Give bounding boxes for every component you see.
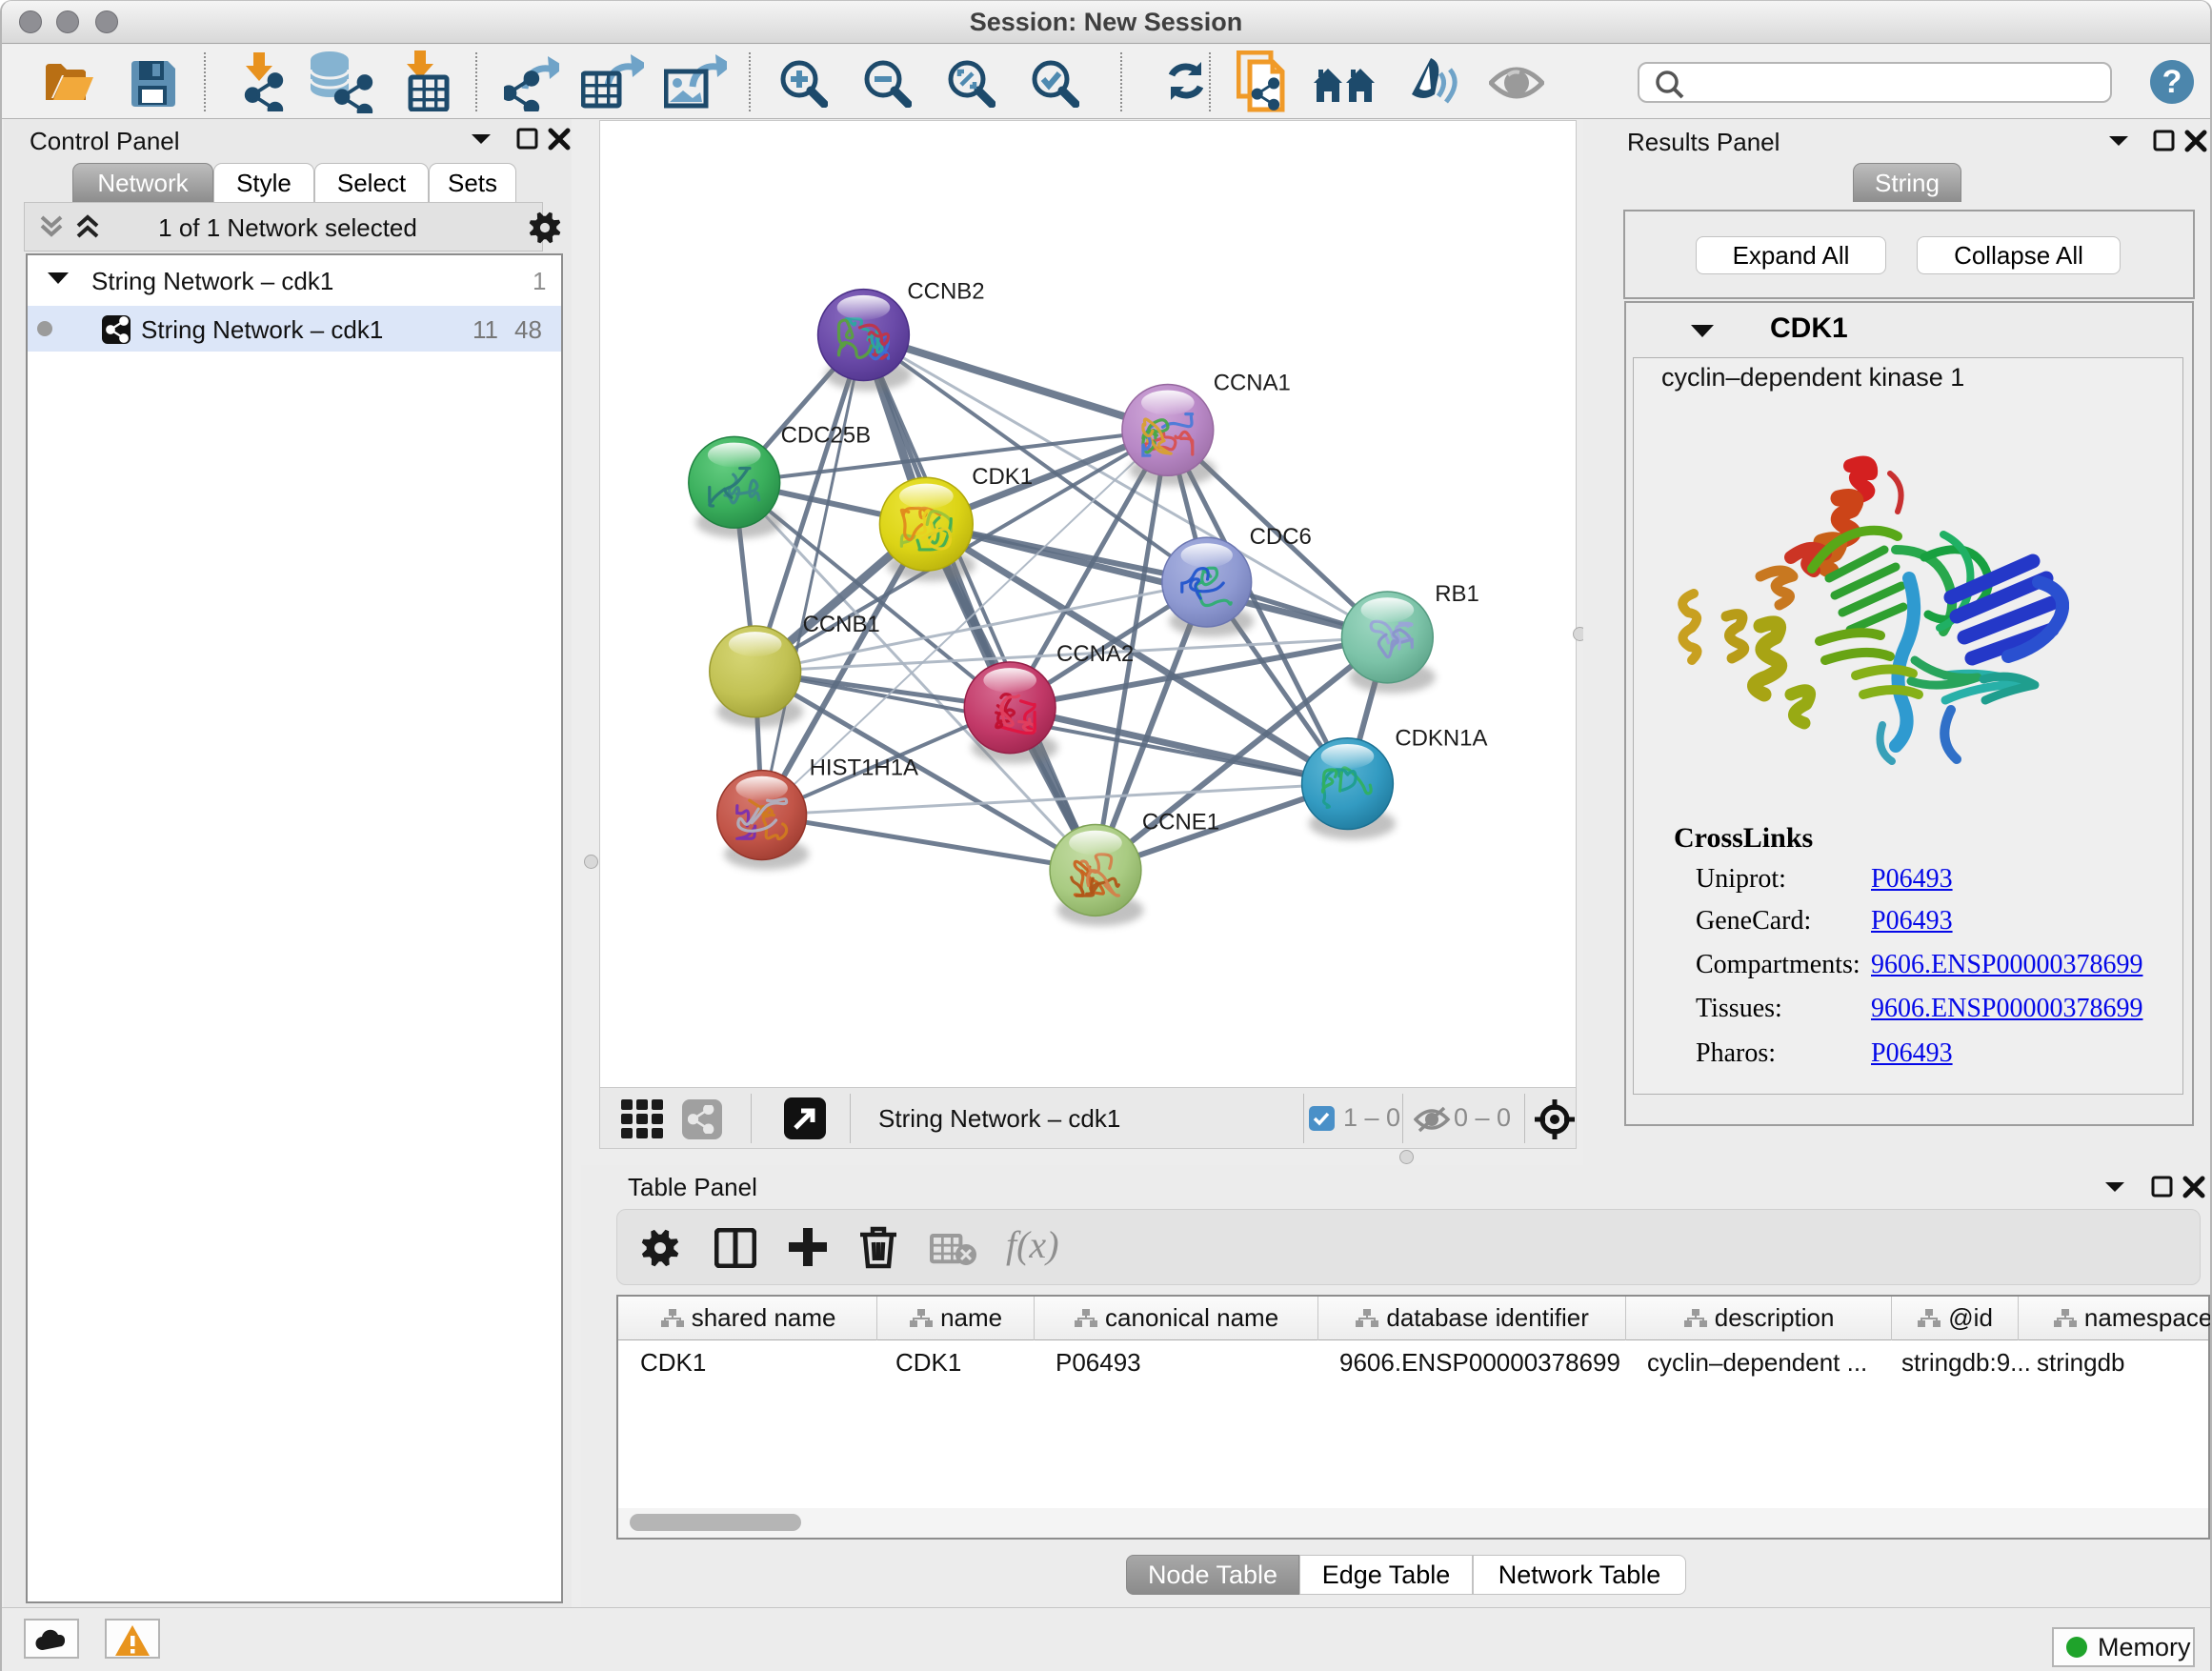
svg-text:HIST1H1A: HIST1H1A bbox=[810, 755, 918, 781]
svg-text:CDK1: CDK1 bbox=[972, 464, 1033, 490]
svg-text:CDC6: CDC6 bbox=[1250, 524, 1312, 550]
svg-text:CCNE1: CCNE1 bbox=[1142, 810, 1219, 836]
svg-text:CDC25B: CDC25B bbox=[781, 422, 871, 448]
svg-text:CCNA1: CCNA1 bbox=[1214, 370, 1291, 395]
svg-text:RB1: RB1 bbox=[1435, 581, 1479, 607]
svg-text:CCNB1: CCNB1 bbox=[803, 612, 880, 637]
svg-text:CCNB2: CCNB2 bbox=[907, 279, 984, 305]
svg-text:CCNA2: CCNA2 bbox=[1056, 641, 1134, 667]
svg-text:CDKN1A: CDKN1A bbox=[1395, 726, 1487, 752]
